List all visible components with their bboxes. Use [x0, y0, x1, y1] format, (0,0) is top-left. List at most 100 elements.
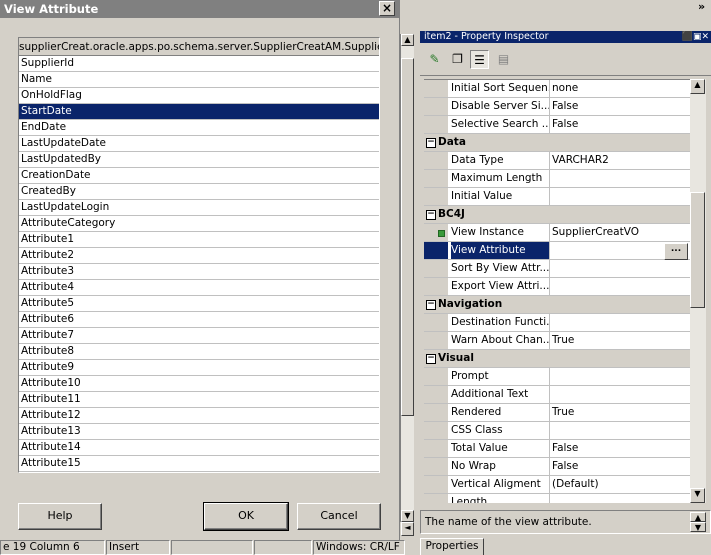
- property-name[interactable]: Length: [451, 494, 549, 503]
- collapse-icon[interactable]: −: [426, 210, 436, 220]
- list-item[interactable]: Attribute3: [19, 264, 379, 280]
- property-row[interactable]: Prompt: [424, 368, 690, 386]
- category-row[interactable]: − Data: [424, 134, 690, 152]
- scroll-left-icon[interactable]: ◄: [401, 522, 414, 536]
- property-row[interactable]: Destination Functi...: [424, 314, 690, 332]
- list-item[interactable]: Attribute14: [19, 440, 379, 456]
- list-item[interactable]: SupplierId: [19, 56, 379, 72]
- scroll-up-icon[interactable]: ▲: [401, 34, 414, 46]
- property-row[interactable]: Additional Text: [424, 386, 690, 404]
- property-name[interactable]: View Instance: [451, 224, 549, 241]
- property-name[interactable]: Selective Search ...: [451, 116, 549, 133]
- list-item[interactable]: Attribute5: [19, 296, 379, 312]
- property-name[interactable]: Initial Sort Sequen...: [451, 80, 549, 97]
- property-value[interactable]: False: [549, 458, 690, 475]
- list-item[interactable]: Attribute12: [19, 408, 379, 424]
- property-row[interactable]: Initial Value: [424, 188, 690, 206]
- property-row[interactable]: Initial Sort Sequen... none: [424, 80, 690, 98]
- attribute-list-header[interactable]: supplierCreat.oracle.apps.po.schema.serv…: [19, 38, 379, 56]
- property-row[interactable]: Vertical Aligment (Default): [424, 476, 690, 494]
- list-item[interactable]: Attribute9: [19, 360, 379, 376]
- list-item[interactable]: Attribute1: [19, 232, 379, 248]
- key-property-icon[interactable]: ✎: [425, 50, 444, 69]
- list-item[interactable]: LastUpdatedBy: [19, 152, 379, 168]
- property-value[interactable]: [549, 188, 690, 205]
- property-value[interactable]: [549, 386, 690, 403]
- property-name[interactable]: Additional Text: [451, 386, 549, 403]
- property-value[interactable]: True: [549, 332, 690, 349]
- close-icon[interactable]: ×: [379, 1, 395, 16]
- scroll-down-icon[interactable]: ▼: [401, 510, 414, 522]
- property-grid[interactable]: Initial Sort Sequen... none Disable Server…: [424, 79, 690, 503]
- property-value[interactable]: SupplierCreatVO: [549, 224, 690, 241]
- list-item[interactable]: Attribute11: [19, 392, 379, 408]
- property-name[interactable]: Export View Attri...: [451, 278, 549, 295]
- property-row[interactable]: View Attribute...: [424, 242, 690, 260]
- property-row[interactable]: Export View Attri...: [424, 278, 690, 296]
- list-item[interactable]: AttributeCategory: [19, 216, 379, 232]
- property-value[interactable]: False: [549, 98, 690, 115]
- cancel-button[interactable]: Cancel: [297, 503, 381, 530]
- property-name[interactable]: Rendered: [451, 404, 549, 421]
- property-value[interactable]: False: [549, 440, 690, 457]
- property-value[interactable]: [549, 494, 690, 503]
- property-row[interactable]: Disable Server Si... False: [424, 98, 690, 116]
- property-row[interactable]: Maximum Length: [424, 170, 690, 188]
- ok-button[interactable]: OK: [203, 502, 289, 531]
- property-value[interactable]: [549, 422, 690, 439]
- property-value[interactable]: [549, 170, 690, 187]
- list-item[interactable]: Attribute6: [19, 312, 379, 328]
- property-value[interactable]: False: [549, 116, 690, 133]
- collapse-icon[interactable]: −: [426, 138, 436, 148]
- property-name[interactable]: CSS Class: [451, 422, 549, 439]
- property-row[interactable]: Selective Search ... False: [424, 116, 690, 134]
- property-value[interactable]: [549, 368, 690, 385]
- list-item[interactable]: LastUpdateDate: [19, 136, 379, 152]
- list-item[interactable]: Attribute15: [19, 456, 379, 472]
- property-value[interactable]: [549, 314, 690, 331]
- desc-scroll-up-icon[interactable]: ▲: [690, 512, 706, 522]
- property-name[interactable]: Warn About Chan...: [451, 332, 549, 349]
- list-item[interactable]: LastUpdateLogin: [19, 200, 379, 216]
- scroll-down-icon[interactable]: ▼: [690, 488, 705, 503]
- property-name[interactable]: View Attribute: [451, 242, 549, 259]
- comment-icon[interactable]: ▤: [494, 50, 513, 69]
- property-value[interactable]: [549, 260, 690, 277]
- list-item[interactable]: Attribute10: [19, 376, 379, 392]
- tab-properties[interactable]: Properties: [420, 538, 484, 555]
- list-item[interactable]: StartDate: [19, 104, 379, 120]
- property-name[interactable]: Maximum Length: [451, 170, 549, 187]
- property-name[interactable]: Data Type: [451, 152, 549, 169]
- property-name[interactable]: Total Value: [451, 440, 549, 457]
- property-name[interactable]: Disable Server Si...: [451, 98, 549, 115]
- property-row[interactable]: View Instance SupplierCreatVO: [424, 224, 690, 242]
- property-name[interactable]: Initial Value: [451, 188, 549, 205]
- property-row[interactable]: Sort By View Attr...: [424, 260, 690, 278]
- collapse-icon[interactable]: −: [426, 300, 436, 310]
- property-row[interactable]: Warn About Chan... True: [424, 332, 690, 350]
- category-row[interactable]: − Navigation: [424, 296, 690, 314]
- property-value[interactable]: [549, 278, 690, 295]
- list-item[interactable]: Name: [19, 72, 379, 88]
- browse-button[interactable]: ...: [664, 243, 688, 260]
- category-row[interactable]: − Visual: [424, 350, 690, 368]
- property-name[interactable]: Sort By View Attr...: [451, 260, 549, 277]
- property-value[interactable]: True: [549, 404, 690, 421]
- editor-vertical-scrollbar[interactable]: ▲ ▼: [400, 34, 414, 522]
- overflow-chevron-icon[interactable]: »: [698, 0, 711, 14]
- property-row[interactable]: CSS Class: [424, 422, 690, 440]
- scroll-up-icon[interactable]: ▲: [690, 79, 705, 94]
- property-name[interactable]: Vertical Aligment: [451, 476, 549, 493]
- property-row[interactable]: No Wrap False: [424, 458, 690, 476]
- property-name[interactable]: No Wrap: [451, 458, 549, 475]
- property-row[interactable]: Data Type VARCHAR2: [424, 152, 690, 170]
- property-value[interactable]: none: [549, 80, 690, 97]
- property-row[interactable]: Total Value False: [424, 440, 690, 458]
- category-row[interactable]: − BC4J: [424, 206, 690, 224]
- property-value[interactable]: VARCHAR2: [549, 152, 690, 169]
- copy-icon[interactable]: ❐: [448, 50, 467, 69]
- categorize-icon[interactable]: ☰: [470, 50, 489, 69]
- desc-scroll-down-icon[interactable]: ▼: [690, 522, 706, 532]
- window-controls-icon[interactable]: ⬛▣✕: [682, 31, 709, 43]
- list-item[interactable]: Attribute8: [19, 344, 379, 360]
